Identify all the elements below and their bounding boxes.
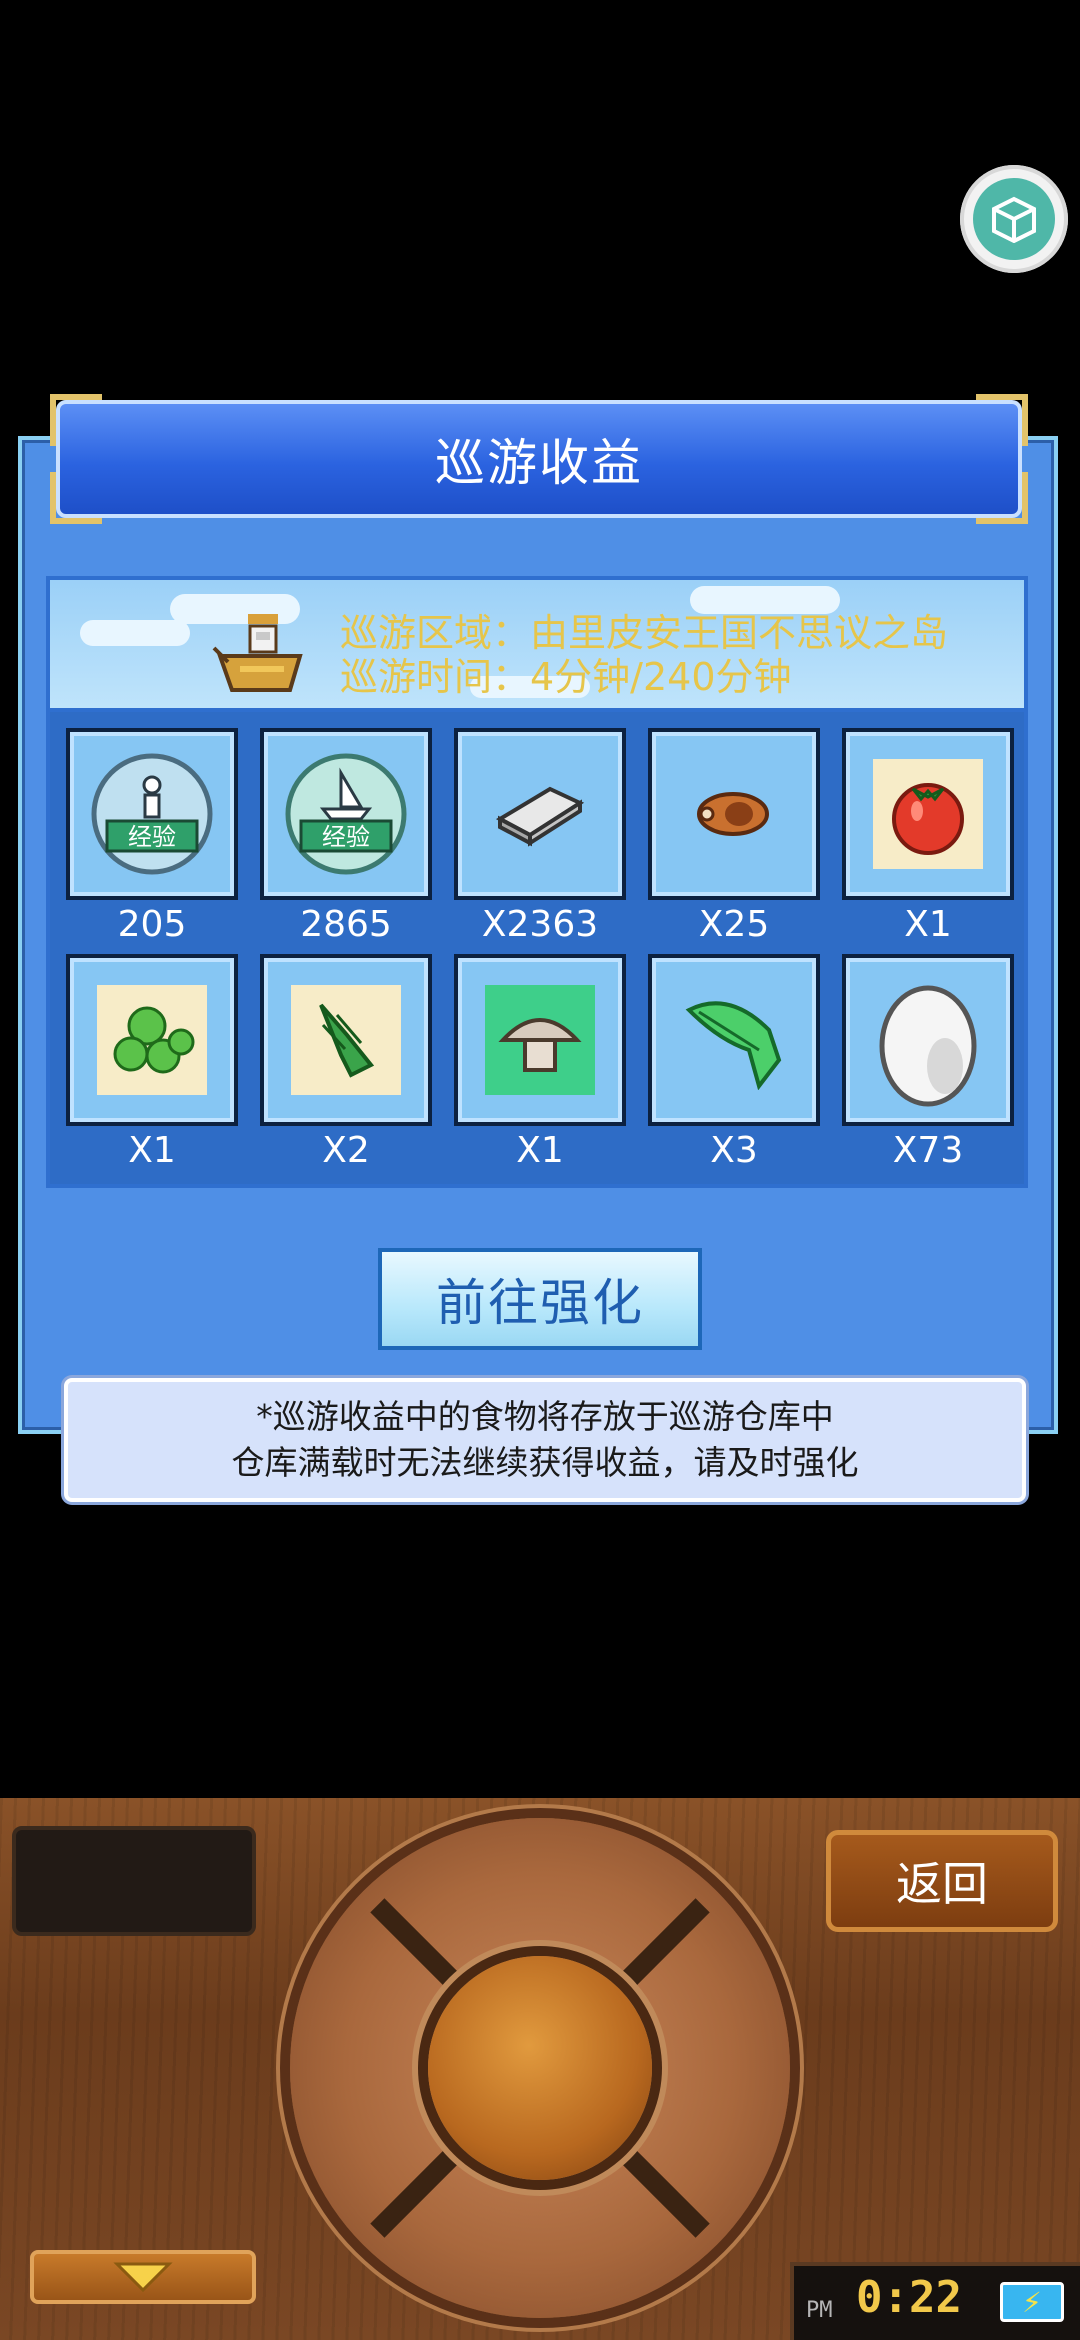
go-enhance-button[interactable]: 前往强化 xyxy=(378,1248,702,1350)
exp-ship-icon: 经验 xyxy=(285,753,407,875)
reward-slot-8[interactable] xyxy=(454,954,626,1126)
cruise-time-text: 巡游时间：4分钟/240分钟 xyxy=(340,655,792,699)
reward-qty-9: X3 xyxy=(710,1130,758,1171)
cruise-info-box: 巡游区域：由里皮安王国不思议之岛 巡游时间：4分钟/240分钟 xyxy=(46,576,1028,712)
floating-cube-button[interactable] xyxy=(960,165,1068,273)
clock-ampm: PM xyxy=(806,2298,833,2323)
triangle-down-icon xyxy=(113,2262,173,2293)
green-peas-icon xyxy=(113,1006,195,1074)
reward-slot-7[interactable] xyxy=(260,954,432,1126)
reward-slot-1[interactable]: 经验 xyxy=(66,728,238,900)
reward-qty-1: 205 xyxy=(117,904,187,945)
clock-panel: PM 0:22 ⚡ xyxy=(790,2262,1080,2340)
reward-slot-10[interactable] xyxy=(842,954,1014,1126)
reward-slot-5[interactable] xyxy=(842,728,1014,900)
console-screen-slot xyxy=(12,1826,256,1936)
reward-slot-6[interactable] xyxy=(66,954,238,1126)
collapse-down-button[interactable] xyxy=(30,2250,256,2304)
battery-charging-icon: ⚡ xyxy=(1000,2282,1064,2322)
reward-slot-2[interactable]: 经验 xyxy=(260,728,432,900)
green-herb-icon xyxy=(319,1003,375,1078)
egg-icon xyxy=(879,985,977,1107)
notice-line-2: 仓库满载时无法继续获得收益，请及时强化 xyxy=(231,1443,859,1482)
reward-slot-3[interactable] xyxy=(454,728,626,900)
mushroom-icon xyxy=(498,1018,582,1072)
reward-qty-10: X73 xyxy=(892,1130,964,1171)
cube-icon xyxy=(992,196,1036,243)
storage-notice: *巡游收益中的食物将存放于巡游仓库中 仓库满载时无法继续获得收益，请及时强化 xyxy=(64,1378,1026,1502)
back-button[interactable]: 返回 xyxy=(826,1830,1058,1932)
exp-badge-label: 经验 xyxy=(322,823,370,851)
exp-person-icon: 经验 xyxy=(91,753,213,875)
reward-grid: 经验 经验 205 2865 X2363 X25 X1 X1 X2 X1 X3 … xyxy=(46,712,1028,1188)
reward-qty-8: X1 xyxy=(516,1130,564,1171)
green-leaf-icon xyxy=(685,1001,782,1090)
reward-qty-2: 2865 xyxy=(300,904,392,945)
reward-qty-6: X1 xyxy=(128,1130,176,1171)
exp-badge-label: 经验 xyxy=(128,823,176,851)
dpad-center-button[interactable] xyxy=(428,1956,652,2180)
reward-slot-4[interactable] xyxy=(648,728,820,900)
meat-icon xyxy=(697,792,769,836)
dialog-title-bar: 巡游收益 xyxy=(50,394,1028,524)
silver-ingot-icon xyxy=(495,786,585,847)
reward-qty-5: X1 xyxy=(904,904,952,945)
reward-qty-4: X25 xyxy=(698,904,770,945)
tomato-icon xyxy=(892,783,964,855)
reward-slot-9[interactable] xyxy=(648,954,820,1126)
notice-line-1: *巡游收益中的食物将存放于巡游仓库中 xyxy=(256,1397,834,1436)
reward-qty-7: X2 xyxy=(322,1130,370,1171)
clock-time: 0:22 xyxy=(856,2272,962,2323)
ship-icon xyxy=(212,614,303,692)
dialog-title: 巡游收益 xyxy=(435,434,643,492)
reward-qty-3: X2363 xyxy=(481,904,599,945)
